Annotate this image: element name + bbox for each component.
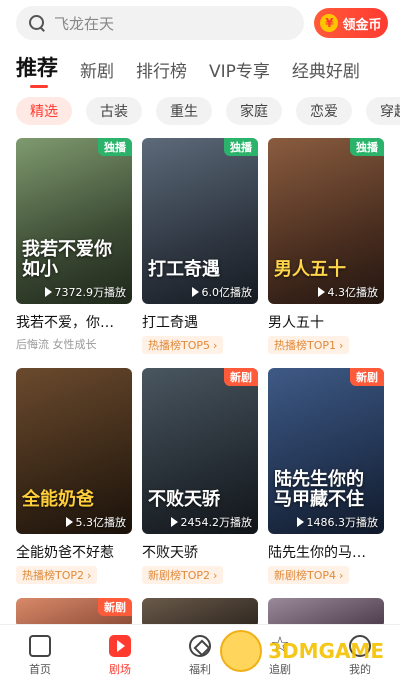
play-icon [296, 517, 304, 527]
drama-card[interactable]: 全能奶爸 5.3亿播放 全能奶爸不好惹 热播榜TOP2 › [16, 368, 132, 584]
rank-tag[interactable]: 新剧榜TOP2 › [142, 566, 224, 584]
nav-theater[interactable]: 剧场 [90, 634, 150, 677]
coin-icon: ¥ [320, 14, 339, 32]
rank-tag[interactable]: 热播榜TOP5 › [142, 336, 224, 354]
watermark-text: 3DMGAME [268, 639, 384, 663]
collect-coins-label: 领金币 [342, 17, 382, 33]
play-icon [65, 517, 73, 527]
nav-home-label: 首页 [29, 662, 51, 676]
drama-card[interactable]: 独播 我若不爱你如小 7372.9万播放 我若不爱，你… 后悔流 女性成长 [16, 138, 132, 352]
tab-classic[interactable]: 经典好剧 [292, 57, 360, 88]
drama-poster[interactable]: 独播 男人五十 4.3亿播放 [268, 138, 384, 304]
play-icon [109, 634, 131, 657]
nav-theater-label: 剧场 [109, 662, 131, 676]
exclusive-badge: 独播 [224, 138, 258, 156]
play-count-text: 5.3亿播放 [75, 516, 127, 529]
drama-poster[interactable]: 独播 打工奇遇 6.0亿播放 [142, 138, 258, 304]
home-icon [29, 634, 51, 657]
chevron-right-icon: › [213, 338, 218, 352]
drama-poster[interactable]: 新剧 陆先生你的马甲藏不住 1486.3万播放 [268, 368, 384, 534]
nav-welfare-label: 福利 [189, 662, 211, 676]
play-icon [317, 287, 325, 297]
poster-title: 全能奶爸 [22, 489, 94, 511]
search-box[interactable]: 飞龙在天 [16, 6, 304, 40]
drama-title[interactable]: 打工奇遇 [142, 312, 258, 332]
play-count-text: 6.0亿播放 [201, 286, 253, 299]
poster-title: 我若不爱你如小 [22, 239, 112, 281]
chevron-right-icon: › [87, 568, 92, 582]
play-count: 2454.2万播放 [170, 514, 253, 530]
drama-poster[interactable]: 全能奶爸 5.3亿播放 [16, 368, 132, 534]
rank-text: 热播榜TOP1 [274, 339, 337, 352]
main-tabs: 推荐 新剧 排行榜 VIP专享 经典好剧 [16, 52, 400, 88]
poster-title: 陆先生你的马甲藏不住 [274, 469, 364, 511]
play-icon [191, 287, 199, 297]
drama-card[interactable]: 独播 打工奇遇 6.0亿播放 打工奇遇 热播榜TOP5 › [142, 138, 258, 354]
drama-poster[interactable]: 独播 我若不爱你如小 7372.9万播放 [16, 138, 132, 304]
chip-family[interactable]: 家庭 [226, 97, 282, 125]
play-count: 4.3亿播放 [317, 284, 379, 300]
drama-title[interactable]: 我若不爱，你… [16, 312, 132, 332]
rank-text: 热播榜TOP2 [22, 569, 85, 582]
play-count-text: 4.3亿播放 [327, 286, 379, 299]
drama-title[interactable]: 男人五十 [268, 312, 384, 332]
collect-coins-button[interactable]: ¥ 领金币 [314, 8, 388, 38]
drama-title[interactable]: 不败天骄 [142, 542, 258, 562]
play-count: 5.3亿播放 [65, 514, 127, 530]
play-count-text: 2454.2万播放 [180, 516, 253, 529]
tab-vip[interactable]: VIP专享 [209, 57, 270, 88]
drama-card[interactable]: 独播 男人五十 4.3亿播放 男人五十 热播榜TOP1 › [268, 138, 384, 354]
search-placeholder: 飞龙在天 [54, 14, 115, 33]
play-count-text: 1486.3万播放 [306, 516, 379, 529]
chevron-right-icon: › [339, 568, 344, 582]
top-bar: 飞龙在天 ¥ 领金币 [0, 0, 400, 46]
play-count-text: 7372.9万播放 [54, 286, 127, 299]
chevron-right-icon: › [339, 338, 344, 352]
rank-tag[interactable]: 新剧榜TOP4 › [268, 566, 350, 584]
tab-ranking[interactable]: 排行榜 [136, 57, 187, 88]
category-chips: 精选 古装 重生 家庭 恋爱 穿越 [16, 97, 400, 125]
drama-tags: 后悔流 女性成长 [16, 338, 97, 351]
watermark: 3DMGAME [220, 630, 384, 672]
drama-title[interactable]: 陆先生你的马… [268, 542, 384, 562]
tab-new[interactable]: 新剧 [80, 57, 114, 88]
chevron-right-icon: › [213, 568, 218, 582]
play-icon [44, 287, 52, 297]
new-badge: 新剧 [98, 598, 132, 616]
watermark-logo-icon [220, 630, 263, 672]
rank-text: 热播榜TOP5 [148, 339, 211, 352]
chip-featured[interactable]: 精选 [16, 97, 72, 125]
rank-tag[interactable]: 热播榜TOP1 › [268, 336, 350, 354]
rank-text: 新剧榜TOP2 [148, 569, 211, 582]
drama-card[interactable]: 新剧 不败天骄 2454.2万播放 不败天骄 新剧榜TOP2 › [142, 368, 258, 584]
chip-rebirth[interactable]: 重生 [156, 97, 212, 125]
play-count: 7372.9万播放 [44, 284, 127, 300]
poster-title: 不败天骄 [148, 489, 220, 511]
nav-home[interactable]: 首页 [10, 634, 70, 677]
chip-romance[interactable]: 恋爱 [296, 97, 352, 125]
drama-card[interactable]: 新剧 陆先生你的马甲藏不住 1486.3万播放 陆先生你的马… 新剧榜TOP4 › [268, 368, 384, 584]
search-icon [28, 14, 46, 32]
poster-title: 男人五十 [274, 259, 346, 281]
rank-tag[interactable]: 热播榜TOP2 › [16, 566, 98, 584]
play-count: 1486.3万播放 [296, 514, 379, 530]
exclusive-badge: 独播 [98, 138, 132, 156]
new-badge: 新剧 [224, 368, 258, 386]
exclusive-badge: 独播 [350, 138, 384, 156]
drama-poster[interactable]: 新剧 不败天骄 2454.2万播放 [142, 368, 258, 534]
gift-icon [189, 634, 211, 657]
chip-time-travel[interactable]: 穿越 [366, 97, 400, 125]
drama-title[interactable]: 全能奶爸不好惹 [16, 542, 132, 562]
new-badge: 新剧 [350, 368, 384, 386]
play-count: 6.0亿播放 [191, 284, 253, 300]
poster-title: 打工奇遇 [148, 259, 220, 281]
chip-costume[interactable]: 古装 [86, 97, 142, 125]
tab-recommend[interactable]: 推荐 [16, 52, 58, 88]
rank-text: 新剧榜TOP4 [274, 569, 337, 582]
play-icon [170, 517, 178, 527]
